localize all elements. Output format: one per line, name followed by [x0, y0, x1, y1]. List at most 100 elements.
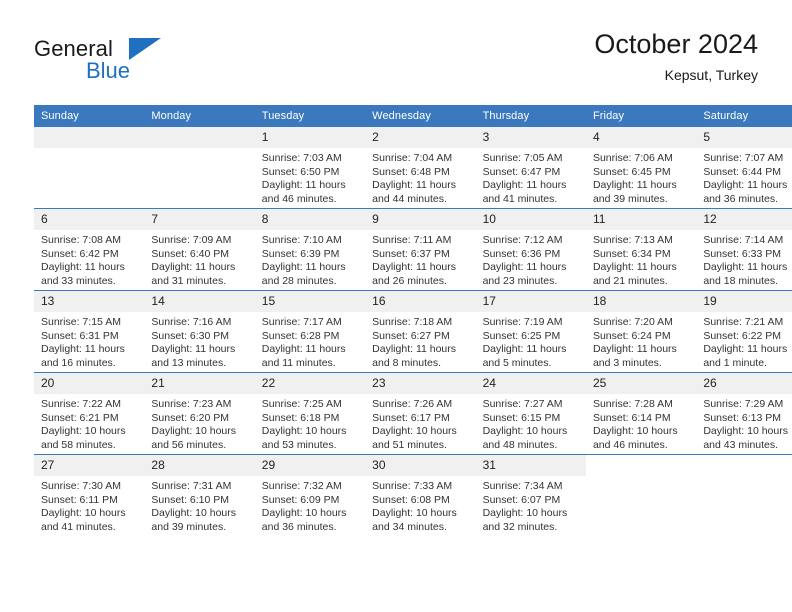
daylight-text-line2: and 41 minutes.	[41, 520, 116, 533]
day-number: 8	[254, 209, 366, 230]
calendar-day-cell[interactable]: 7 Sunrise: 7:09 AM Sunset: 6:40 PM Daylight…	[144, 208, 255, 291]
calendar-table: Sunday Monday Tuesday Wednesday Thursday…	[34, 105, 792, 536]
daylight-text-line2: and 39 minutes.	[592, 192, 668, 205]
weekday-header-sunday: Sunday	[34, 105, 145, 127]
daylight-text-line2: and 56 minutes.	[151, 438, 227, 451]
daylight-text-line1: Daylight: 11 hours	[261, 343, 346, 356]
calendar-day-cell[interactable]: 25 Sunrise: 7:28 AM Sunset: 6:14 PM Dayligh…	[585, 372, 697, 455]
day-number: 20	[34, 373, 145, 394]
day-details: Sunrise: 7:15 AM Sunset: 6:31 PM Daylight:…	[34, 312, 144, 370]
calendar-day-cell[interactable]: 15 Sunrise: 7:17 AM Sunset: 6:28 PM Dayligh…	[254, 290, 366, 373]
day-number: 2	[365, 127, 476, 148]
day-details: Sunrise: 7:28 AM Sunset: 6:14 PM Daylight:…	[586, 394, 696, 452]
calendar-day-cell[interactable]: 28 Sunrise: 7:31 AM Sunset: 6:10 PM Dayligh…	[144, 454, 255, 536]
calendar-day-cell[interactable]: 30 Sunrise: 7:33 AM Sunset: 6:08 PM Dayligh…	[365, 454, 476, 536]
day-details: Sunrise: 7:11 AM Sunset: 6:37 PM Daylight:…	[365, 230, 475, 288]
daylight-text-line1: Daylight: 11 hours	[482, 261, 567, 274]
calendar-day-cell[interactable]: 13 Sunrise: 7:15 AM Sunset: 6:31 PM Dayligh…	[34, 290, 145, 373]
daylight-text-line1: Daylight: 11 hours	[482, 343, 567, 356]
calendar-page: General Blue October 2024 Kepsut, Turkey…	[0, 0, 792, 612]
day-number: 19	[696, 291, 792, 312]
day-details: Sunrise: 7:08 AM Sunset: 6:42 PM Daylight:…	[34, 230, 144, 288]
day-number: 28	[144, 455, 255, 476]
sunrise-text: Sunrise: 7:27 AM	[482, 398, 563, 410]
calendar-day-cell[interactable]: 2 Sunrise: 7:04 AM Sunset: 6:48 PM Daylight…	[365, 127, 476, 209]
calendar-day-cell[interactable]: 24 Sunrise: 7:27 AM Sunset: 6:15 PM Dayligh…	[475, 372, 586, 455]
calendar-day-cell[interactable]: 14 Sunrise: 7:16 AM Sunset: 6:30 PM Dayligh…	[144, 290, 255, 373]
sunrise-text: Sunrise: 7:18 AM	[372, 316, 453, 328]
day-details: Sunrise: 7:07 AM Sunset: 6:44 PM Daylight:…	[696, 148, 792, 206]
daylight-text-line2: and 46 minutes.	[592, 438, 668, 451]
calendar-day-cell[interactable]: 20 Sunrise: 7:22 AM Sunset: 6:21 PM Dayligh…	[34, 372, 145, 455]
calendar-day-cell[interactable]: 5 Sunrise: 7:07 AM Sunset: 6:44 PM Daylight…	[696, 127, 792, 209]
title-block: October 2024 Kepsut, Turkey	[594, 28, 758, 85]
calendar-day-cell[interactable]: 3 Sunrise: 7:05 AM Sunset: 6:47 PM Daylight…	[475, 127, 586, 209]
sunset-text: Sunset: 6:21 PM	[41, 411, 119, 424]
sunset-text: Sunset: 6:07 PM	[482, 493, 561, 506]
sunrise-text: Sunrise: 7:17 AM	[261, 316, 342, 328]
calendar-day-cell[interactable]: 17 Sunrise: 7:19 AM Sunset: 6:25 PM Dayligh…	[475, 290, 586, 373]
calendar-day-cell[interactable]: 10 Sunrise: 7:12 AM Sunset: 6:36 PM Dayligh…	[475, 208, 586, 291]
daylight-text-line2: and 36 minutes.	[261, 520, 337, 533]
sunset-text: Sunset: 6:33 PM	[703, 247, 781, 260]
calendar-day-cell[interactable]: 27 Sunrise: 7:30 AM Sunset: 6:11 PM Dayligh…	[34, 454, 145, 536]
daylight-text-line2: and 3 minutes.	[592, 356, 662, 369]
day-details: Sunrise: 7:12 AM Sunset: 6:36 PM Daylight:…	[476, 230, 586, 288]
sunrise-text: Sunrise: 7:31 AM	[151, 480, 232, 492]
calendar-day-cell[interactable]: 31 Sunrise: 7:34 AM Sunset: 6:07 PM Dayligh…	[475, 454, 586, 536]
daylight-text-line2: and 34 minutes.	[372, 520, 447, 533]
sunrise-text: Sunrise: 7:33 AM	[372, 480, 453, 492]
calendar-day-cell[interactable]: 26 Sunrise: 7:29 AM Sunset: 6:13 PM Dayligh…	[696, 372, 792, 455]
sunrise-text: Sunrise: 7:32 AM	[261, 480, 342, 492]
calendar-day-cell[interactable]: 11 Sunrise: 7:13 AM Sunset: 6:34 PM Dayligh…	[585, 208, 697, 291]
calendar-day-cell[interactable]: 9 Sunrise: 7:11 AM Sunset: 6:37 PM Daylight…	[365, 208, 476, 291]
sunrise-text: Sunrise: 7:34 AM	[482, 480, 563, 492]
weekday-header-thursday: Thursday	[475, 105, 586, 127]
weekday-header-friday: Friday	[585, 105, 697, 127]
day-number	[144, 127, 255, 148]
day-details: Sunrise: 7:06 AM Sunset: 6:45 PM Daylight:…	[586, 148, 696, 206]
calendar-day-cell[interactable]: 23 Sunrise: 7:26 AM Sunset: 6:17 PM Dayligh…	[365, 372, 476, 455]
day-details: Sunrise: 7:04 AM Sunset: 6:48 PM Daylight:…	[365, 148, 475, 206]
general-blue-logo[interactable]: General Blue	[34, 36, 244, 92]
day-number: 13	[34, 291, 145, 312]
sunrise-text: Sunrise: 7:28 AM	[592, 398, 673, 410]
day-details: Sunrise: 7:26 AM Sunset: 6:17 PM Daylight:…	[365, 394, 475, 452]
sunrise-text: Sunrise: 7:05 AM	[482, 152, 563, 164]
calendar-day-cell[interactable]: 16 Sunrise: 7:18 AM Sunset: 6:27 PM Dayligh…	[365, 290, 476, 373]
calendar-day-cell[interactable]: 18 Sunrise: 7:20 AM Sunset: 6:24 PM Dayligh…	[585, 290, 697, 373]
calendar-day-cell[interactable]: 6 Sunrise: 7:08 AM Sunset: 6:42 PM Daylight…	[34, 208, 145, 291]
daylight-text-line2: and 16 minutes.	[41, 356, 116, 369]
sunset-text: Sunset: 6:47 PM	[482, 165, 561, 178]
calendar-week-row: 20 Sunrise: 7:22 AM Sunset: 6:21 PM Dayligh…	[34, 372, 792, 455]
sunrise-text: Sunrise: 7:20 AM	[592, 316, 673, 328]
day-number: 4	[585, 127, 697, 148]
sunrise-text: Sunrise: 7:06 AM	[592, 152, 673, 164]
sunrise-text: Sunrise: 7:07 AM	[703, 152, 784, 164]
day-details: Sunrise: 7:09 AM Sunset: 6:40 PM Daylight:…	[144, 230, 254, 288]
daylight-text-line2: and 36 minutes.	[703, 192, 779, 205]
day-details: Sunrise: 7:19 AM Sunset: 6:25 PM Daylight:…	[476, 312, 586, 370]
sunrise-text: Sunrise: 7:19 AM	[482, 316, 563, 328]
calendar-day-cell[interactable]: 8 Sunrise: 7:10 AM Sunset: 6:39 PM Daylight…	[254, 208, 366, 291]
daylight-text-line1: Daylight: 10 hours	[372, 507, 457, 520]
page-header: General Blue October 2024 Kepsut, Turkey	[34, 28, 758, 98]
sunset-text: Sunset: 6:40 PM	[151, 247, 230, 260]
calendar-day-cell[interactable]: 1 Sunrise: 7:03 AM Sunset: 6:50 PM Daylight…	[254, 127, 366, 209]
daylight-text-line1: Daylight: 10 hours	[592, 425, 678, 438]
day-number	[586, 455, 696, 476]
sunset-text: Sunset: 6:31 PM	[41, 329, 119, 342]
calendar-day-cell[interactable]: 4 Sunrise: 7:06 AM Sunset: 6:45 PM Daylight…	[585, 127, 697, 209]
calendar-day-cell[interactable]: 12 Sunrise: 7:14 AM Sunset: 6:33 PM Dayligh…	[696, 208, 792, 291]
calendar-day-cell[interactable]: 21 Sunrise: 7:23 AM Sunset: 6:20 PM Dayligh…	[144, 372, 255, 455]
calendar-day-cell[interactable]: 22 Sunrise: 7:25 AM Sunset: 6:18 PM Dayligh…	[254, 372, 366, 455]
daylight-text-line1: Daylight: 10 hours	[261, 425, 347, 438]
calendar-day-cell[interactable]: 19 Sunrise: 7:21 AM Sunset: 6:22 PM Dayligh…	[696, 290, 792, 373]
day-number: 14	[144, 291, 255, 312]
calendar-day-cell[interactable]: 29 Sunrise: 7:32 AM Sunset: 6:09 PM Dayligh…	[254, 454, 366, 536]
weekday-header-tuesday: Tuesday	[254, 105, 366, 127]
weekday-header-monday: Monday	[144, 105, 255, 127]
sunrise-text: Sunrise: 7:15 AM	[41, 316, 121, 328]
day-details: Sunrise: 7:20 AM Sunset: 6:24 PM Daylight:…	[586, 312, 696, 370]
sunrise-text: Sunrise: 7:14 AM	[703, 234, 784, 246]
